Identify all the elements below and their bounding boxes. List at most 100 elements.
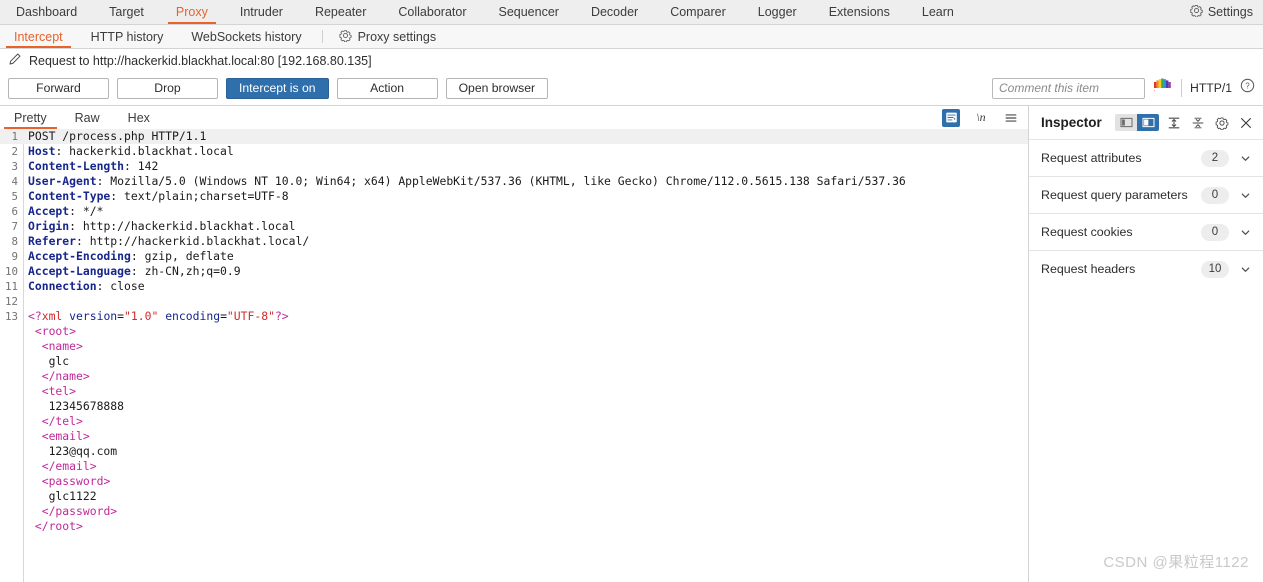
inspector-row-request-query-parameters[interactable]: Request query parameters 0 bbox=[1029, 176, 1263, 213]
close-icon[interactable] bbox=[1237, 114, 1255, 132]
inspector-row-count: 0 bbox=[1201, 186, 1229, 204]
chevron-down-icon[interactable] bbox=[1237, 187, 1253, 203]
code-token: version bbox=[69, 309, 118, 323]
intercept-is-on-button[interactable]: Intercept is on bbox=[226, 77, 329, 99]
chevron-down-icon[interactable] bbox=[1237, 261, 1253, 277]
request-code-view[interactable]: 1 POST /process.php HTTP/1.1 2 Host: hacker… bbox=[0, 129, 1028, 582]
settings-button[interactable]: Settings bbox=[1182, 0, 1263, 24]
layout-side-by-side-button[interactable] bbox=[1115, 114, 1137, 131]
sub-tab-websockets-history[interactable]: WebSockets history bbox=[177, 25, 315, 48]
main-tab-decoder[interactable]: Decoder bbox=[575, 0, 654, 24]
rainbow-fan-icon[interactable] bbox=[1153, 77, 1174, 99]
code-line: <name> bbox=[0, 339, 1028, 354]
main-tab-logger[interactable]: Logger bbox=[742, 0, 813, 24]
editor-tab-pretty[interactable]: Pretty bbox=[0, 106, 61, 129]
code-token: xml bbox=[41, 309, 63, 323]
line-text: 12345678888 bbox=[23, 399, 124, 414]
line-text: User-Agent: Mozilla/5.0 (Windows NT 10.0… bbox=[23, 174, 906, 189]
inspector-row-label: Request headers bbox=[1041, 262, 1136, 276]
code-line: 13 <?xml version="1.0" encoding="UTF-8"?> bbox=[0, 309, 1028, 324]
word-wrap-icon[interactable] bbox=[942, 108, 960, 127]
code-token: <name> bbox=[41, 339, 83, 353]
line-number: 12 bbox=[4, 295, 18, 308]
request-editor-panel: Pretty Raw Hex \n 1 POST /process.php HT… bbox=[0, 105, 1029, 582]
chevron-down-icon[interactable] bbox=[1237, 224, 1253, 240]
code-token: : Mozilla/5.0 (Windows NT 10.0; Win64; x… bbox=[96, 174, 906, 188]
inspector-row-label: Request query parameters bbox=[1041, 188, 1188, 202]
http-version-label: HTTP/1 bbox=[1190, 81, 1232, 95]
layout-stacked-button[interactable] bbox=[1137, 114, 1159, 131]
code-line: </password> bbox=[0, 504, 1028, 519]
code-token: : text/plain;charset=UTF-8 bbox=[110, 189, 289, 203]
code-line: 3 Content-Length: 142 bbox=[0, 159, 1028, 174]
main-tab-extensions[interactable]: Extensions bbox=[813, 0, 906, 24]
line-number: 6 bbox=[11, 205, 18, 218]
line-text: <root> bbox=[23, 324, 76, 339]
code-line: </name> bbox=[0, 369, 1028, 384]
line-text: </tel> bbox=[23, 414, 83, 429]
inspector-row-request-cookies[interactable]: Request cookies 0 bbox=[1029, 213, 1263, 250]
editor-tab-hex[interactable]: Hex bbox=[114, 106, 164, 129]
main-tab-proxy[interactable]: Proxy bbox=[160, 0, 224, 24]
code-token: 123@qq.com bbox=[28, 444, 118, 458]
chevron-down-icon[interactable] bbox=[1237, 150, 1253, 166]
code-token: </root> bbox=[34, 519, 83, 533]
proxy-settings-button[interactable]: Proxy settings bbox=[329, 25, 447, 48]
comment-input[interactable] bbox=[992, 77, 1146, 99]
code-line: </root> bbox=[0, 519, 1028, 534]
action-button[interactable]: Action bbox=[336, 77, 438, 99]
expand-all-icon[interactable] bbox=[1165, 114, 1183, 132]
code-token: : gzip, deflate bbox=[130, 249, 234, 263]
inspector-row-request-attributes[interactable]: Request attributes 2 bbox=[1029, 139, 1263, 176]
main-tab-dashboard[interactable]: Dashboard bbox=[0, 0, 93, 24]
inspector-row-label: Request attributes bbox=[1041, 151, 1142, 165]
main-tab-collaborator[interactable]: Collaborator bbox=[382, 0, 482, 24]
inspector-row-count: 0 bbox=[1201, 223, 1229, 241]
burp-suite-window: Dashboard Target Proxy Intruder Repeater Coll… bbox=[0, 0, 1263, 582]
request-title: Request to http://hackerkid.blackhat.loc… bbox=[29, 54, 372, 68]
code-line: 10 Accept-Language: zh-CN,zh;q=0.9 bbox=[0, 264, 1028, 279]
help-icon[interactable]: ? bbox=[1240, 78, 1255, 98]
code-token: Referer bbox=[28, 234, 77, 248]
line-text: <password> bbox=[23, 474, 111, 489]
newline-icon[interactable]: \n bbox=[972, 109, 990, 127]
drop-button[interactable]: Drop bbox=[117, 77, 218, 99]
line-number: 2 bbox=[11, 145, 18, 158]
inspector-row-label: Request cookies bbox=[1041, 225, 1133, 239]
code-line: 1 POST /process.php HTTP/1.1 bbox=[0, 129, 1028, 144]
main-tab-repeater[interactable]: Repeater bbox=[299, 0, 382, 24]
line-text: </name> bbox=[23, 369, 90, 384]
main-tab-comparer[interactable]: Comparer bbox=[654, 0, 742, 24]
main-tab-sequencer[interactable]: Sequencer bbox=[482, 0, 574, 24]
sub-tab-http-history[interactable]: HTTP history bbox=[77, 25, 178, 48]
code-line: <tel> bbox=[0, 384, 1028, 399]
collapse-all-icon[interactable] bbox=[1189, 114, 1207, 132]
code-token: <password> bbox=[41, 474, 111, 488]
code-line: 9 Accept-Encoding: gzip, deflate bbox=[0, 249, 1028, 264]
code-token: </password> bbox=[41, 504, 118, 518]
line-text: </root> bbox=[23, 519, 83, 534]
line-text: <tel> bbox=[23, 384, 76, 399]
code-line: <root> bbox=[0, 324, 1028, 339]
code-token: Content-Type bbox=[28, 189, 111, 203]
gear-icon[interactable] bbox=[1213, 114, 1231, 132]
code-token: Connection bbox=[28, 279, 97, 293]
action-button-row: Forward Drop Intercept is on Action Open bro… bbox=[0, 73, 1263, 103]
sub-tab-intercept[interactable]: Intercept bbox=[0, 25, 77, 48]
main-tab-target[interactable]: Target bbox=[93, 0, 160, 24]
code-line: </email> bbox=[0, 459, 1028, 474]
inspector-row-request-headers[interactable]: Request headers 10 bbox=[1029, 250, 1263, 287]
code-line: 6 Accept: */* bbox=[0, 204, 1028, 219]
editor-tab-raw[interactable]: Raw bbox=[61, 106, 114, 129]
main-tab-learn[interactable]: Learn bbox=[906, 0, 970, 24]
code-token: 12345678888 bbox=[28, 399, 125, 413]
open-browser-button[interactable]: Open browser bbox=[445, 77, 549, 99]
forward-button[interactable]: Forward bbox=[8, 77, 109, 99]
main-tab-intruder[interactable]: Intruder bbox=[224, 0, 299, 24]
code-token: : */* bbox=[69, 204, 104, 218]
menu-icon[interactable] bbox=[1002, 109, 1020, 127]
